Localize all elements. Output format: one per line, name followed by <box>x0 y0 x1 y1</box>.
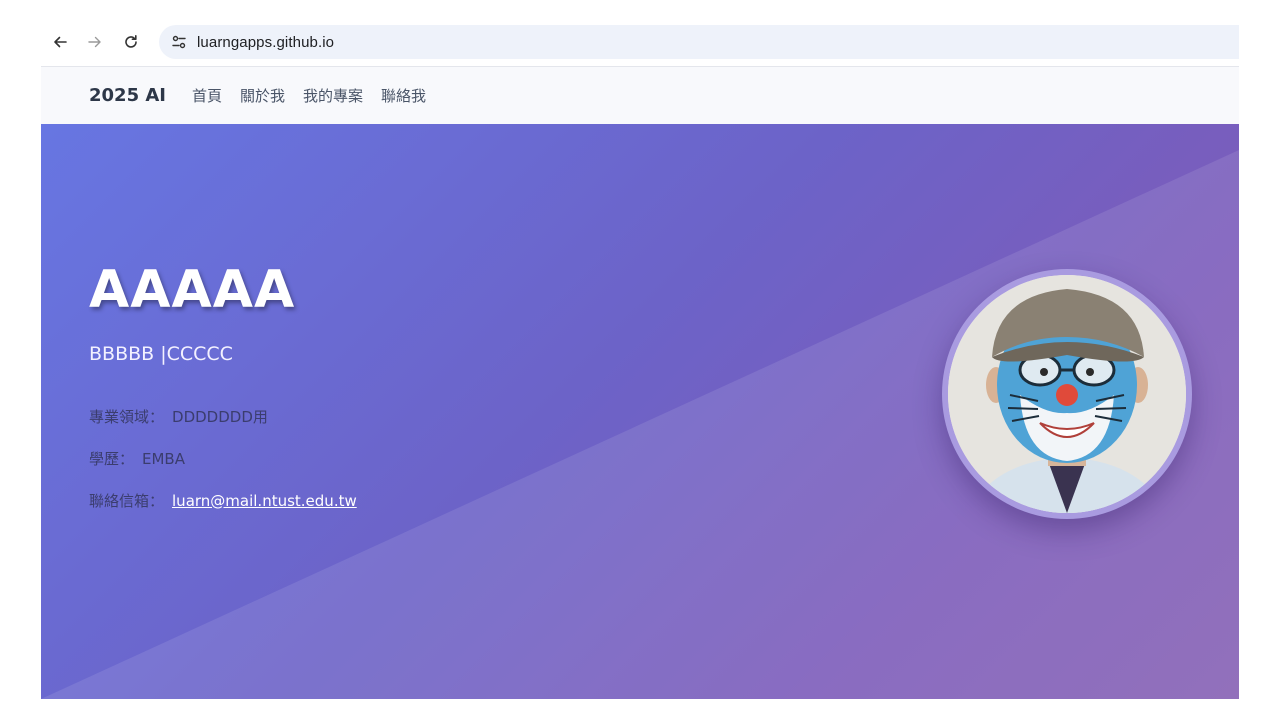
reload-icon <box>125 35 137 48</box>
reload-button[interactable] <box>117 28 145 56</box>
back-button[interactable] <box>46 28 74 56</box>
address-bar[interactable]: luarngapps.github.io <box>159 25 1239 59</box>
education-info: 學歷： EMBA <box>89 448 185 469</box>
email-info: 聯絡信箱： luarn@mail.ntust.edu.tw <box>89 490 357 511</box>
field-value: DDDDDDD用 <box>172 408 268 426</box>
nav-link-home[interactable]: 首頁 <box>192 85 222 106</box>
hero-subtitle: BBBBB |CCCCC <box>89 343 233 365</box>
hero-section: AAAAA BBBBB |CCCCC 專業領域： DDDDDDD用 學歷： EM… <box>41 124 1239 699</box>
field-info: 專業領域： DDDDDDD用 <box>89 406 268 427</box>
brand-logo[interactable]: 2025 AI <box>89 85 166 106</box>
site-info-button[interactable] <box>169 32 189 52</box>
nav-link-contact[interactable]: 聯絡我 <box>381 85 426 106</box>
tune-icon <box>172 35 186 49</box>
nav-link-about[interactable]: 關於我 <box>240 85 285 106</box>
site-navbar: 2025 AI 首頁 關於我 我的專案 聯絡我 <box>41 66 1239 124</box>
education-label: 學歷： <box>89 450 135 468</box>
forward-button[interactable] <box>81 28 109 56</box>
hero-title: AAAAA <box>89 260 296 320</box>
browser-toolbar: luarngapps.github.io <box>41 18 1239 66</box>
field-label: 專業領域： <box>89 408 165 426</box>
education-value: EMBA <box>142 449 185 468</box>
profile-photo <box>948 275 1186 513</box>
email-label: 聯絡信箱： <box>89 492 165 510</box>
email-link[interactable]: luarn@mail.ntust.edu.tw <box>172 492 357 510</box>
url-text[interactable]: luarngapps.github.io <box>197 34 334 51</box>
avatar <box>942 269 1192 519</box>
nav-link-projects[interactable]: 我的專案 <box>303 85 363 106</box>
arrow-left-icon <box>54 36 67 48</box>
arrow-right-icon <box>88 36 101 48</box>
